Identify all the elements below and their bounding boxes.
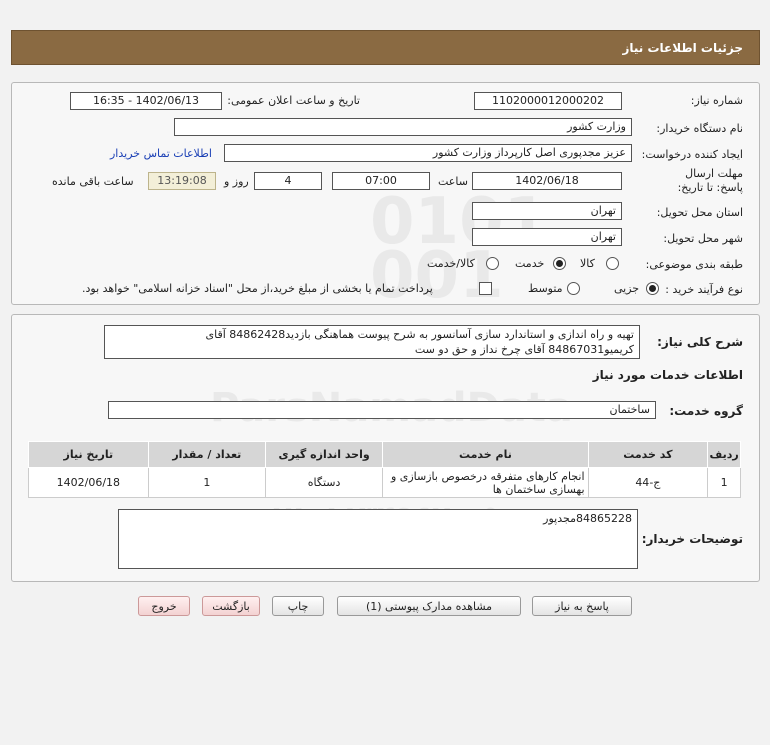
reply-button[interactable]: پاسخ به نیاز xyxy=(532,596,632,616)
service-group-field: ساختمان xyxy=(108,401,656,419)
category-radio-goods-service[interactable] xyxy=(486,257,499,270)
page-header: جزئیات اطلاعات نیاز xyxy=(11,30,760,65)
category-radio-goods[interactable] xyxy=(606,257,619,270)
process-option-minor: جزیی xyxy=(614,282,640,295)
requester-field: عزیز مجدپوری اصل کارپرداز وزارت کشور xyxy=(224,144,632,162)
description-line-2: کریمیو84867031 آقای چرخ نداز و حق دو ست xyxy=(414,343,634,356)
days-label: روز و xyxy=(224,175,249,188)
remaining-time-field: 13:19:08 xyxy=(148,172,216,190)
deadline-time-field: 07:00 xyxy=(332,172,430,190)
deadline-date-field: 1402/06/18 xyxy=(472,172,622,190)
process-radio-medium[interactable] xyxy=(567,282,580,295)
cell-service-code: ج-44 xyxy=(587,467,709,498)
need-number-field: 1102000012000202 xyxy=(474,92,622,110)
col-header-service-code: کد خدمت xyxy=(587,441,709,468)
category-option-service: خدمت xyxy=(515,257,545,270)
city-label: شهر محل تحویل: xyxy=(663,232,743,245)
col-header-row-number: ردیف xyxy=(707,441,741,468)
treasury-note: پرداخت تمام یا بخشی از مبلغ خرید،از محل … xyxy=(82,282,433,295)
exit-button[interactable]: خروج xyxy=(138,596,190,616)
process-label: نوع فرآیند خرید : xyxy=(665,283,743,296)
table-header-row: ردیف کد خدمت نام خدمت واحد اندازه گیری ت… xyxy=(28,441,741,468)
info-panel xyxy=(11,82,760,305)
cell-service-name: انجام کارهای متفرقه درخصوص بازسازی و بهس… xyxy=(382,467,589,498)
description-line-1: تهیه و راه اندازی و استاندارد سازی آسانس… xyxy=(205,328,634,341)
contact-buyer-link[interactable]: اطلاعات تماس خریدار xyxy=(110,147,212,160)
announce-field: 1402/06/13 - 16:35 xyxy=(70,92,222,110)
buyer-notes-field: 84865228مجدپور xyxy=(118,509,638,569)
buyer-org-field: وزارت کشور xyxy=(174,118,632,136)
province-field: تهران xyxy=(472,202,622,220)
city-field: تهران xyxy=(472,228,622,246)
category-radio-service[interactable] xyxy=(553,257,566,270)
cell-unit: دستگاه xyxy=(264,467,384,498)
cell-row-number: 1 xyxy=(707,467,741,498)
category-option-goods-service: کالا/خدمت xyxy=(427,257,475,270)
category-option-goods: کالا xyxy=(580,257,595,270)
province-label: استان محل تحویل: xyxy=(656,206,743,219)
need-number-label: شماره نیاز: xyxy=(690,94,743,107)
process-radio-minor[interactable] xyxy=(646,282,659,295)
remaining-label: ساعت باقی مانده xyxy=(52,175,134,188)
process-option-medium: متوسط xyxy=(528,282,563,295)
buyer-org-label: نام دستگاه خریدار: xyxy=(656,122,743,135)
category-label: طبقه بندی موضوعی: xyxy=(645,258,743,271)
announce-label: تاریخ و ساعت اعلان عمومی: xyxy=(227,94,360,107)
days-field: 4 xyxy=(254,172,322,190)
col-header-quantity: تعداد / مقدار xyxy=(147,441,266,468)
col-header-service-name: نام خدمت xyxy=(382,441,589,468)
back-button[interactable]: بازگشت xyxy=(202,596,260,616)
col-header-need-date: تاریخ نیاز xyxy=(28,441,149,468)
requester-label: ایجاد کننده درخواست: xyxy=(641,148,743,161)
services-section-title: اطلاعات خدمات مورد نیاز xyxy=(592,368,743,382)
description-label: شرح کلی نیاز: xyxy=(657,335,743,349)
col-header-unit: واحد اندازه گیری xyxy=(264,441,384,468)
deadline-label: مهلت ارسال پاسخ: تا تاریخ: xyxy=(677,167,743,194)
treasury-checkbox[interactable] xyxy=(479,282,492,295)
services-table: ردیف کد خدمت نام خدمت واحد اندازه گیری ت… xyxy=(28,441,741,498)
print-button[interactable]: چاپ xyxy=(272,596,324,616)
cell-quantity: 1 xyxy=(147,467,266,498)
cell-need-date: 1402/06/18 xyxy=(28,467,149,498)
view-attachments-button[interactable]: مشاهده مدارک پیوستی (1) xyxy=(337,596,521,616)
deadline-time-label: ساعت xyxy=(438,175,468,188)
page-title: جزئیات اطلاعات نیاز xyxy=(622,40,743,55)
buyer-notes-label: توضیحات خریدار: xyxy=(641,532,743,546)
service-group-label: گروه خدمت: xyxy=(669,404,743,418)
description-field: تهیه و راه اندازی و استاندارد سازی آسانس… xyxy=(104,325,640,359)
table-row: 1 ج-44 انجام کارهای متفرقه درخصوص بازساز… xyxy=(28,467,741,498)
